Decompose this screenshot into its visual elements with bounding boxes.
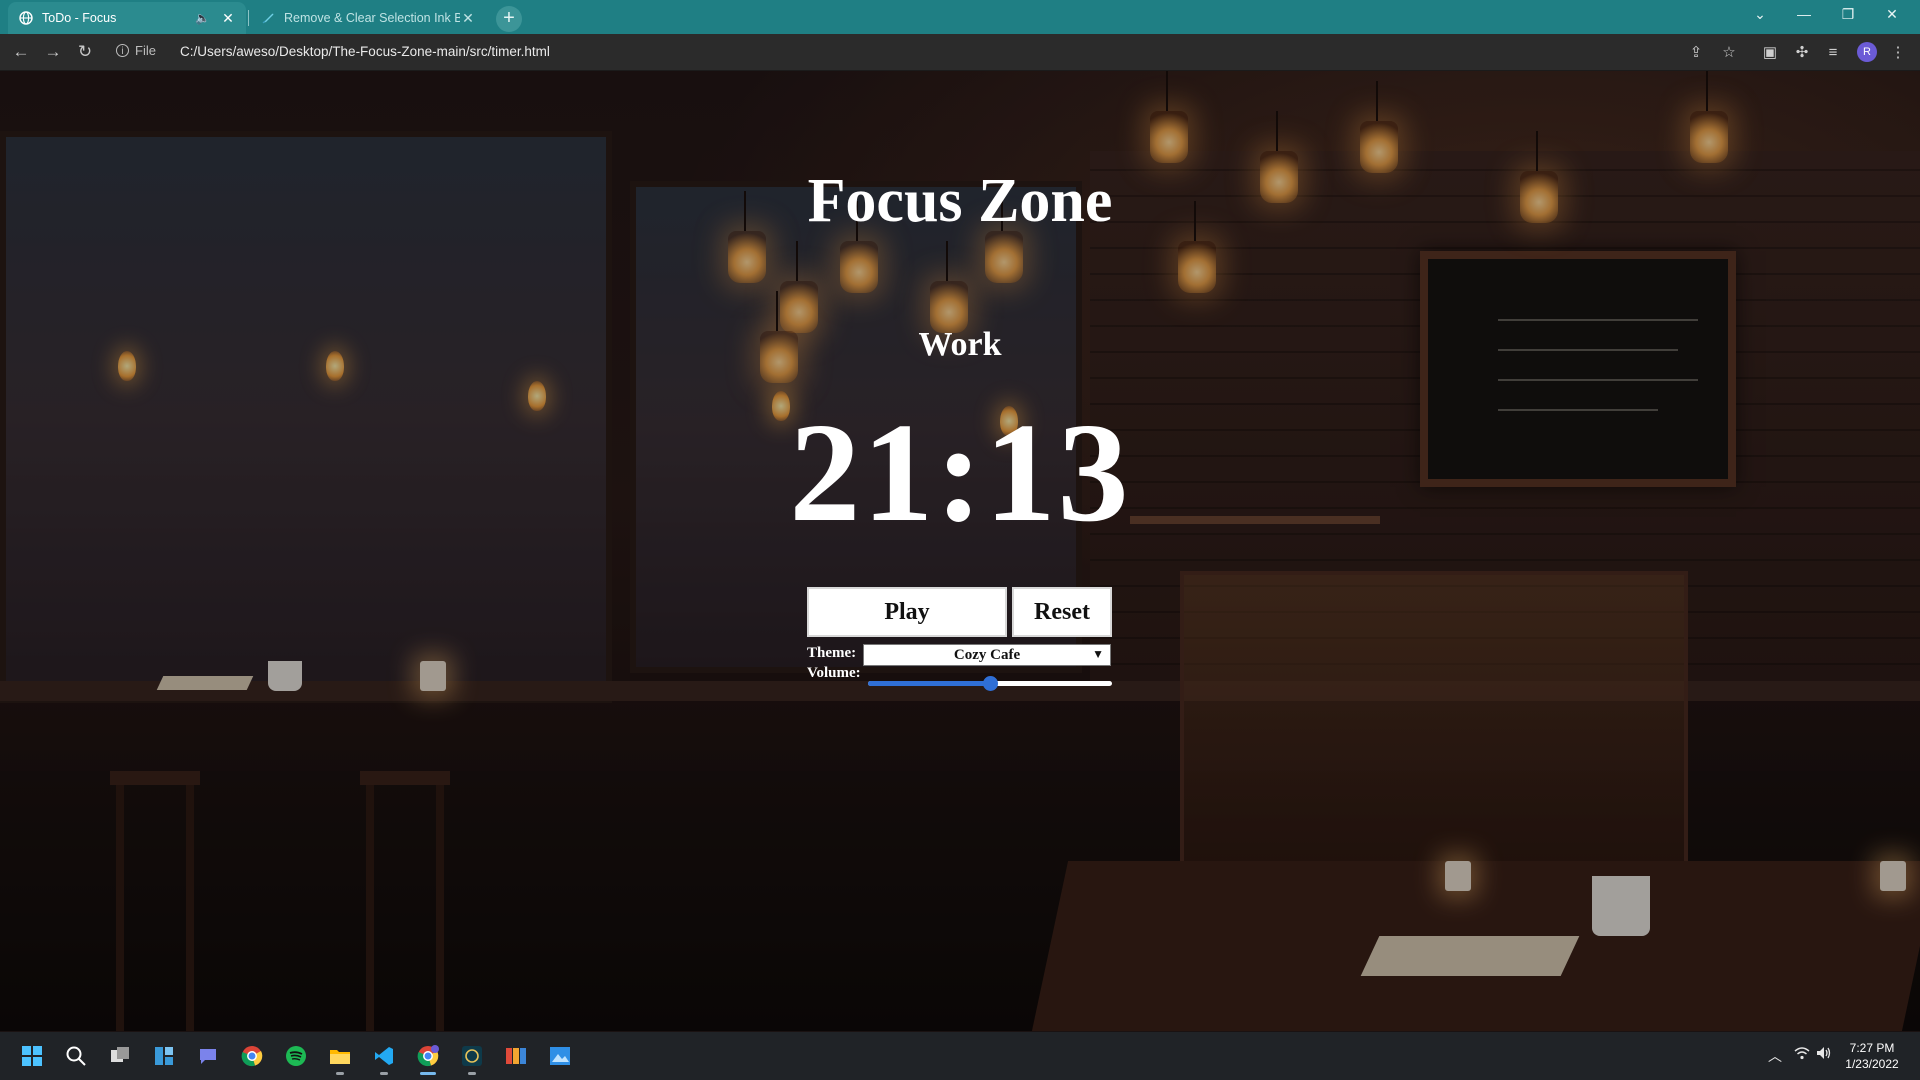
speaker-icon[interactable]: 🔈 <box>195 11 210 25</box>
mode-label: Work <box>918 326 1002 363</box>
reset-button[interactable]: Reset <box>1012 587 1112 637</box>
profile-avatar[interactable]: R <box>1857 42 1877 62</box>
tab-separator <box>248 10 249 26</box>
theme-select[interactable]: Cozy Cafe ▼ <box>863 644 1111 666</box>
volume-label: Volume: <box>807 665 861 681</box>
site-info-button[interactable]: i File <box>116 43 156 58</box>
volume-icon[interactable] <box>1816 1046 1832 1063</box>
close-tab-icon[interactable]: ✕ <box>460 10 476 27</box>
widgets-icon[interactable] <box>148 1040 180 1072</box>
app-icon-7[interactable] <box>456 1040 488 1075</box>
address-bar[interactable]: C:/Users/aweso/Desktop/The-Focus-Zone-ma… <box>180 44 550 59</box>
extension-icon[interactable]: ▣ <box>1760 42 1780 62</box>
theme-label: Theme: <box>807 645 857 661</box>
timer-display: 21:13 <box>789 393 1131 551</box>
focus-zone-page: Focus Zone Work 21:13 Play Reset Theme: … <box>0 71 1920 1031</box>
chrome-icon[interactable] <box>236 1040 268 1072</box>
play-button[interactable]: Play <box>807 587 1007 637</box>
info-icon: i <box>116 44 129 57</box>
feather-icon <box>260 10 276 26</box>
new-tab-button[interactable]: + <box>496 6 522 32</box>
chrome-profile-icon[interactable] <box>412 1040 444 1075</box>
tab-title: Remove & Clear Selection Ink Bo <box>284 11 460 25</box>
task-view-icon[interactable] <box>104 1040 136 1072</box>
kebab-menu-icon[interactable]: ⋮ <box>1888 42 1908 62</box>
back-icon[interactable]: ← <box>9 40 33 64</box>
reload-icon[interactable]: ↻ <box>73 40 97 64</box>
volume-fill <box>868 681 990 686</box>
reading-list-icon[interactable]: ≡ <box>1823 42 1843 62</box>
tab-strip: ToDo - Focus 🔈 ✕ Remove & Clear Selectio… <box>0 0 1920 34</box>
chevron-up-icon[interactable]: ︿ <box>1768 1046 1782 1066</box>
clock-date: 1/23/2022 <box>1845 1057 1899 1071</box>
close-window-icon[interactable]: ✕ <box>1870 0 1914 28</box>
volume-slider[interactable] <box>868 676 1112 692</box>
search-icon[interactable] <box>60 1040 92 1072</box>
system-clock[interactable]: 7:27 PM 1/23/2022 <box>1832 1040 1912 1072</box>
theme-select-value: Cozy Cafe <box>953 646 1021 663</box>
bookmark-star-icon[interactable]: ☆ <box>1719 42 1739 62</box>
teams-chat-icon[interactable] <box>192 1040 224 1072</box>
start-icon[interactable] <box>16 1040 48 1072</box>
focus-zone-app: Focus Zone Work 21:13 Play Reset Theme: … <box>0 71 1920 1031</box>
puzzle-extensions-icon[interactable]: ✣ <box>1792 42 1812 62</box>
photos-icon[interactable] <box>544 1040 576 1072</box>
page-title: Focus Zone <box>807 167 1113 235</box>
clock-time: 7:27 PM <box>1849 1041 1895 1055</box>
share-icon[interactable]: ⇪ <box>1686 42 1706 62</box>
chevron-down-icon: ▼ <box>1092 647 1104 661</box>
tab-todo-focus[interactable]: ToDo - Focus 🔈 ✕ <box>8 2 246 34</box>
app-icon-8[interactable] <box>500 1040 532 1072</box>
browser-toolbar: ← → ↻ i File C:/Users/aweso/Desktop/The-… <box>0 34 1920 71</box>
file-explorer-icon[interactable] <box>324 1040 356 1075</box>
restore-icon[interactable]: ❐ <box>1826 0 1870 28</box>
spotify-icon[interactable] <box>280 1040 312 1072</box>
minimize-icon[interactable]: — <box>1782 0 1826 28</box>
close-tab-icon[interactable]: ✕ <box>220 10 236 27</box>
security-label: File <box>135 43 156 58</box>
volume-thumb[interactable] <box>983 676 998 691</box>
tab-title: ToDo - Focus <box>42 11 117 25</box>
forward-icon[interactable]: → <box>41 40 65 64</box>
tab-remove-clear-selection[interactable]: Remove & Clear Selection Ink Bo ✕ <box>250 2 486 34</box>
globe-icon <box>18 10 34 26</box>
vscode-icon[interactable] <box>368 1040 400 1075</box>
tab-search-icon[interactable]: ⌄ <box>1738 0 1782 28</box>
taskbar: ︿ 7:27 PM 1/23/2022 <box>0 1032 1920 1080</box>
wifi-icon[interactable] <box>1794 1046 1810 1063</box>
